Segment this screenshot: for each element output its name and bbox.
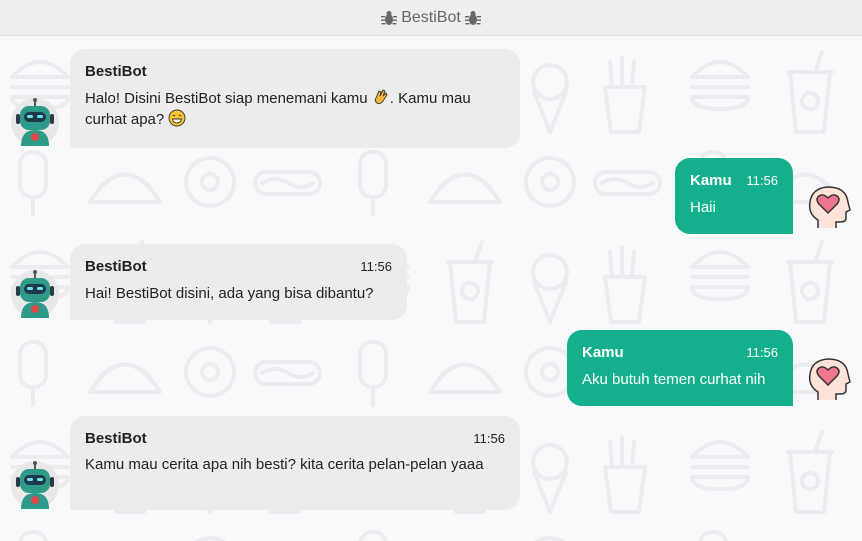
- message-time: 11:56: [746, 345, 778, 360]
- heart-head-icon: [808, 186, 851, 228]
- message-time: 11:56: [746, 173, 778, 188]
- robot-icon: [11, 461, 59, 509]
- sender-name: BestiBot: [85, 63, 147, 80]
- robot-icon: [11, 98, 59, 146]
- bot-message: BestiBot Halo! Disini BestiBot siap mene…: [70, 49, 520, 148]
- bug-icon: [380, 9, 398, 27]
- bot-avatar: [10, 269, 60, 319]
- message-text: Hai! BestiBot disini, ada yang bisa diba…: [85, 285, 374, 302]
- bot-avatar: [10, 460, 60, 510]
- user-avatar: [804, 354, 854, 404]
- bot-message: BestiBot 11:56 Hai! BestiBot disini, ada …: [70, 244, 407, 320]
- chat-header: BestiBot: [0, 0, 862, 36]
- bug-icon: [464, 9, 482, 27]
- chat-area[interactable]: BestiBot Halo! Disini BestiBot siap mene…: [0, 37, 862, 541]
- sender-name: Kamu: [690, 172, 732, 189]
- message-time: 11:56: [360, 259, 392, 274]
- message-text: Haii: [690, 199, 716, 216]
- user-message: Kamu 11:56 Aku butuh temen curhat nih: [567, 330, 793, 406]
- waving-hand-emoji: [372, 88, 390, 106]
- grinning-face-emoji: [168, 109, 186, 127]
- message-time: 11:56: [473, 431, 505, 446]
- user-message: Kamu 11:56 Haii: [675, 158, 793, 234]
- sender-name: BestiBot: [85, 430, 147, 447]
- message-text: Halo! Disini BestiBot siap menemani kamu…: [85, 88, 471, 128]
- message-text: Aku butuh temen curhat nih: [582, 371, 766, 388]
- robot-icon: [11, 270, 59, 318]
- sender-name: BestiBot: [85, 258, 147, 275]
- header-title: BestiBot: [401, 8, 461, 26]
- heart-head-icon: [808, 358, 851, 400]
- bot-avatar: [10, 97, 60, 147]
- message-text: Kamu mau cerita apa nih besti? kita ceri…: [85, 456, 484, 473]
- sender-name: Kamu: [582, 344, 624, 361]
- user-avatar: [804, 182, 854, 232]
- bot-message: BestiBot 11:56 Kamu mau cerita apa nih be…: [70, 416, 520, 510]
